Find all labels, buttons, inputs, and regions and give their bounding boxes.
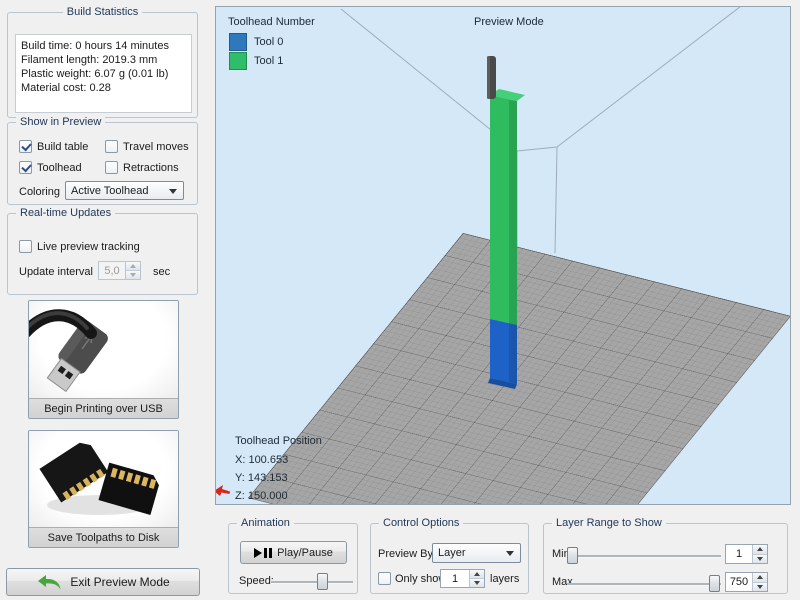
coloring-dropdown[interactable]: Active Toolhead: [65, 181, 184, 200]
spinner-up-icon[interactable]: [753, 573, 767, 582]
realtime-updates-title: Real-time Updates: [16, 207, 115, 219]
max-layer-value: 750: [726, 573, 752, 591]
only-show-label: Only show: [395, 573, 446, 585]
exit-arrow-icon: [36, 574, 62, 590]
stat-build-time: Build time: 0 hours 14 minutes: [21, 39, 186, 53]
stat-plastic-weight: Plastic weight: 6.07 g (0.01 lb): [21, 67, 186, 81]
min-slider-thumb[interactable]: [567, 547, 578, 564]
play-pause-label: Play/Pause: [277, 547, 333, 559]
toolhead-position-title: Toolhead Position: [235, 435, 322, 447]
legend-swatch-tool0: [229, 33, 247, 51]
printed-tower: [216, 7, 790, 504]
spinner-up-icon: [126, 262, 140, 270]
chevron-down-icon: [169, 189, 177, 194]
speed-label: Speed:: [239, 575, 274, 587]
realtime-updates-group: Real-time Updates Live preview tracking …: [7, 213, 198, 295]
speed-slider-thumb[interactable]: [317, 573, 328, 590]
checkbox-retractions-label: Retractions: [123, 162, 179, 174]
checkbox-toolhead-label: Toolhead: [37, 162, 82, 174]
checkbox-live-preview-tracking[interactable]: [19, 240, 32, 253]
layer-range-group: Layer Range to Show Min 1 Max 750: [543, 523, 788, 594]
play-pause-button[interactable]: Play/Pause: [240, 541, 347, 564]
spinner-up-icon[interactable]: [470, 570, 484, 578]
update-interval-label: Update interval: [19, 266, 93, 278]
show-in-preview-group: Show in Preview Build table Travel moves…: [7, 122, 198, 205]
checkbox-toolhead[interactable]: [19, 161, 32, 174]
update-interval-unit: sec: [153, 266, 170, 278]
exit-button-label: Exit Preview Mode: [70, 575, 169, 589]
play-icon: [254, 548, 262, 558]
preview-by-value: Layer: [438, 547, 466, 559]
update-interval-spinner: 5,0: [98, 261, 141, 280]
usb-cable-image: [29, 301, 178, 398]
toolhead-position-z: Z: 150.000: [235, 490, 288, 502]
build-statistics-title: Build Statistics: [63, 6, 143, 18]
spinner-down-icon[interactable]: [753, 554, 767, 564]
usb-button-label: Begin Printing over USB: [29, 398, 178, 418]
checkbox-build-table[interactable]: [19, 140, 32, 153]
update-interval-value: 5,0: [99, 262, 125, 279]
sd-cards-image: [29, 431, 178, 527]
min-slider-track[interactable]: [567, 555, 721, 558]
legend-title: Toolhead Number: [228, 16, 315, 28]
build-statistics-group: Build Statistics Build time: 0 hours 14 …: [7, 12, 198, 118]
animation-group: Animation Play/Pause Speed:: [228, 523, 358, 594]
control-options-title: Control Options: [379, 517, 463, 529]
coloring-dropdown-value: Active Toolhead: [71, 185, 148, 197]
preview-by-dropdown[interactable]: Layer: [432, 543, 521, 563]
checkbox-travel-moves-label: Travel moves: [123, 141, 189, 153]
build-statistics-box: Build time: 0 hours 14 minutes Filament …: [15, 34, 192, 113]
preview-3d-viewport[interactable]: Toolhead Number Tool 0 Tool 1 Preview Mo…: [215, 6, 791, 505]
max-label: Max: [552, 576, 573, 588]
chevron-down-icon: [506, 551, 514, 556]
control-options-group: Control Options Preview By Layer Only sh…: [370, 523, 529, 594]
speed-slider-track[interactable]: [271, 581, 353, 584]
preview-by-label: Preview By: [378, 548, 433, 560]
preview-mode-window: { "left_panel": { "build_statistics": { …: [0, 0, 800, 600]
exit-preview-mode-button[interactable]: Exit Preview Mode: [6, 568, 200, 596]
spinner-up-icon[interactable]: [753, 545, 767, 554]
stat-filament-length: Filament length: 2019.3 mm: [21, 53, 186, 67]
preview-mode-label: Preview Mode: [474, 16, 544, 28]
toolhead-position-y: Y: 143.153: [235, 472, 288, 484]
spinner-down-icon[interactable]: [753, 582, 767, 592]
min-layer-value: 1: [726, 545, 752, 563]
legend-label-tool1: Tool 1: [254, 55, 283, 67]
checkbox-live-preview-label: Live preview tracking: [37, 241, 140, 253]
toolhead-position-x: X: 100.653: [235, 454, 288, 466]
spinner-down-icon[interactable]: [470, 578, 484, 587]
show-in-preview-title: Show in Preview: [16, 116, 105, 128]
layers-label: layers: [490, 573, 519, 585]
checkbox-only-show[interactable]: [378, 572, 391, 585]
stat-material-cost: Material cost: 0.28: [21, 81, 186, 95]
legend-swatch-tool1: [229, 52, 247, 70]
max-slider-track[interactable]: [567, 583, 721, 586]
begin-printing-usb-button[interactable]: Begin Printing over USB: [28, 300, 179, 419]
spinner-down-icon: [126, 270, 140, 279]
checkbox-travel-moves[interactable]: [105, 140, 118, 153]
save-toolpaths-disk-button[interactable]: Save Toolpaths to Disk: [28, 430, 179, 548]
x-axis-arrow-icon: [215, 484, 230, 497]
max-layer-spinner[interactable]: 750: [725, 572, 768, 592]
coloring-label: Coloring: [19, 186, 60, 198]
only-show-value: 1: [441, 570, 469, 587]
legend-label-tool0: Tool 0: [254, 36, 283, 48]
animation-title: Animation: [237, 517, 294, 529]
min-layer-spinner[interactable]: 1: [725, 544, 768, 564]
pause-icon: [264, 548, 272, 558]
sd-button-label: Save Toolpaths to Disk: [29, 527, 178, 547]
max-slider-thumb[interactable]: [709, 575, 720, 592]
checkbox-retractions[interactable]: [105, 161, 118, 174]
only-show-spinner[interactable]: 1: [440, 569, 485, 588]
checkbox-build-table-label: Build table: [37, 141, 88, 153]
layer-range-title: Layer Range to Show: [552, 517, 666, 529]
